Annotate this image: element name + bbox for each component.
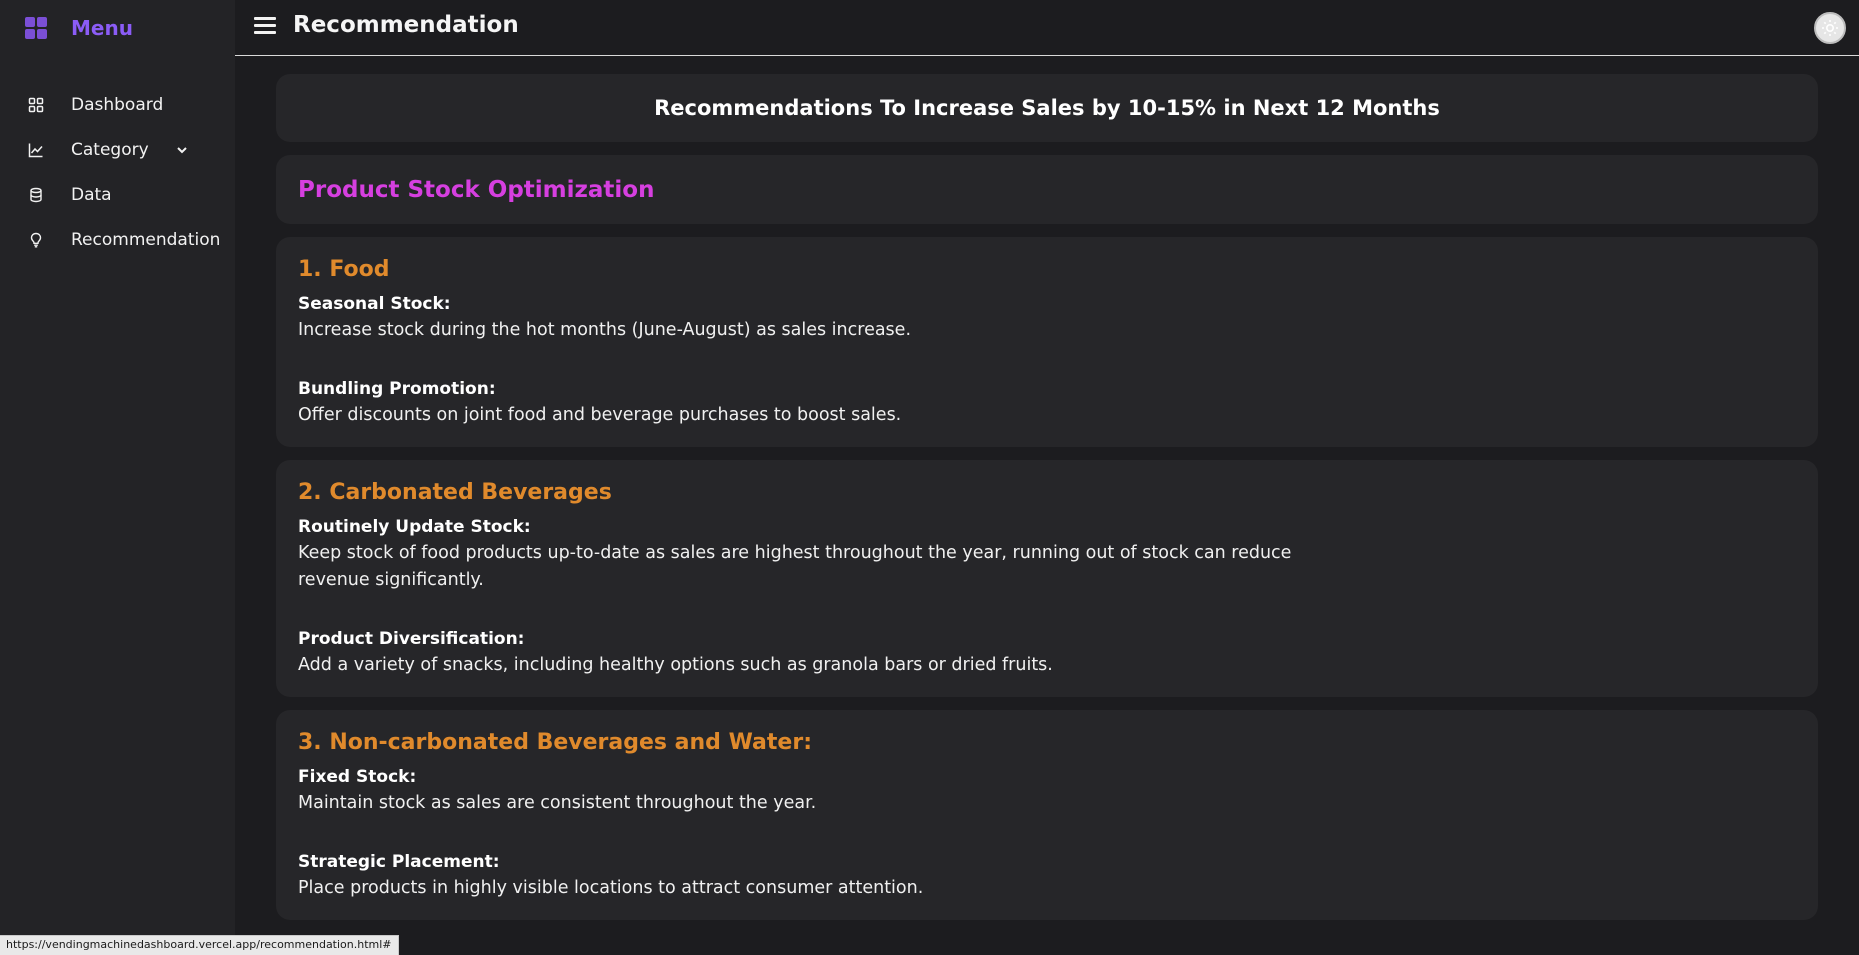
sidebar-item-recommendation[interactable]: Recommendation	[0, 217, 235, 262]
recommendation-card-carbonated: 2. Carbonated Beverages Routinely Update…	[276, 460, 1818, 697]
point-label: Fixed Stock:	[298, 767, 417, 787]
point-text: Offer discounts on joint food and bevera…	[298, 405, 902, 425]
banner-title: Recommendations To Increase Sales by 10-…	[654, 96, 1440, 120]
sidebar-item-label: Dashboard	[71, 94, 164, 115]
database-icon	[28, 187, 44, 203]
point-label: Product Diversification:	[298, 629, 525, 649]
point-text: Maintain stock as sales are consistent t…	[298, 793, 817, 813]
dashboard-grid-icon	[28, 97, 44, 113]
chevron-down-icon[interactable]	[175, 143, 189, 157]
top-bar: Recommendation	[235, 0, 1859, 56]
sidebar-item-label: Category	[71, 139, 149, 160]
sidebar-brand[interactable]: Menu	[25, 14, 133, 42]
sidebar-item-label: Recommendation	[71, 229, 221, 250]
section-title: Product Stock Optimization	[298, 176, 655, 203]
recommendation-card-food: 1. Food Seasonal Stock: Increase stock d…	[276, 237, 1818, 447]
sidebar-item-label: Data	[71, 184, 112, 205]
sun-icon	[1822, 20, 1838, 36]
hamburger-menu-icon[interactable]	[254, 17, 276, 35]
section-header: Product Stock Optimization	[276, 155, 1818, 224]
theme-toggle-button[interactable]	[1814, 12, 1846, 44]
point-text: Keep stock of food products up-to-date a…	[298, 543, 1292, 590]
line-chart-icon	[28, 142, 44, 158]
card-title: 2. Carbonated Beverages	[298, 480, 612, 505]
card-title: 1. Food	[298, 257, 390, 282]
grid-logo-icon	[25, 17, 47, 39]
point-text: Add a variety of snacks, including healt…	[298, 655, 1053, 675]
point-label: Bundling Promotion:	[298, 379, 496, 399]
sidebar-item-data[interactable]: Data	[0, 172, 235, 217]
point-label: Routinely Update Stock:	[298, 517, 531, 537]
point-label: Strategic Placement:	[298, 852, 500, 872]
sidebar: Menu Dashboard Category Data Recommendat…	[0, 0, 235, 955]
sidebar-item-dashboard[interactable]: Dashboard	[0, 82, 235, 127]
card-title: 3. Non-carbonated Beverages and Water:	[298, 730, 812, 755]
point-label: Seasonal Stock:	[298, 294, 451, 314]
sidebar-title: Menu	[71, 16, 133, 40]
recommendation-card-non-carbonated: 3. Non-carbonated Beverages and Water: F…	[276, 710, 1818, 920]
status-bar-url: https://vendingmachinedashboard.vercel.a…	[0, 935, 399, 955]
sidebar-item-category[interactable]: Category	[0, 127, 235, 172]
sidebar-nav: Dashboard Category Data Recommendation	[0, 82, 235, 262]
point-text: Place products in highly visible locatio…	[298, 878, 924, 898]
main-content: Recommendations To Increase Sales by 10-…	[276, 74, 1818, 933]
lightbulb-icon	[28, 232, 44, 248]
page-title: Recommendation	[293, 12, 519, 38]
recommendation-banner: Recommendations To Increase Sales by 10-…	[276, 74, 1818, 142]
point-text: Increase stock during the hot months (Ju…	[298, 320, 912, 340]
